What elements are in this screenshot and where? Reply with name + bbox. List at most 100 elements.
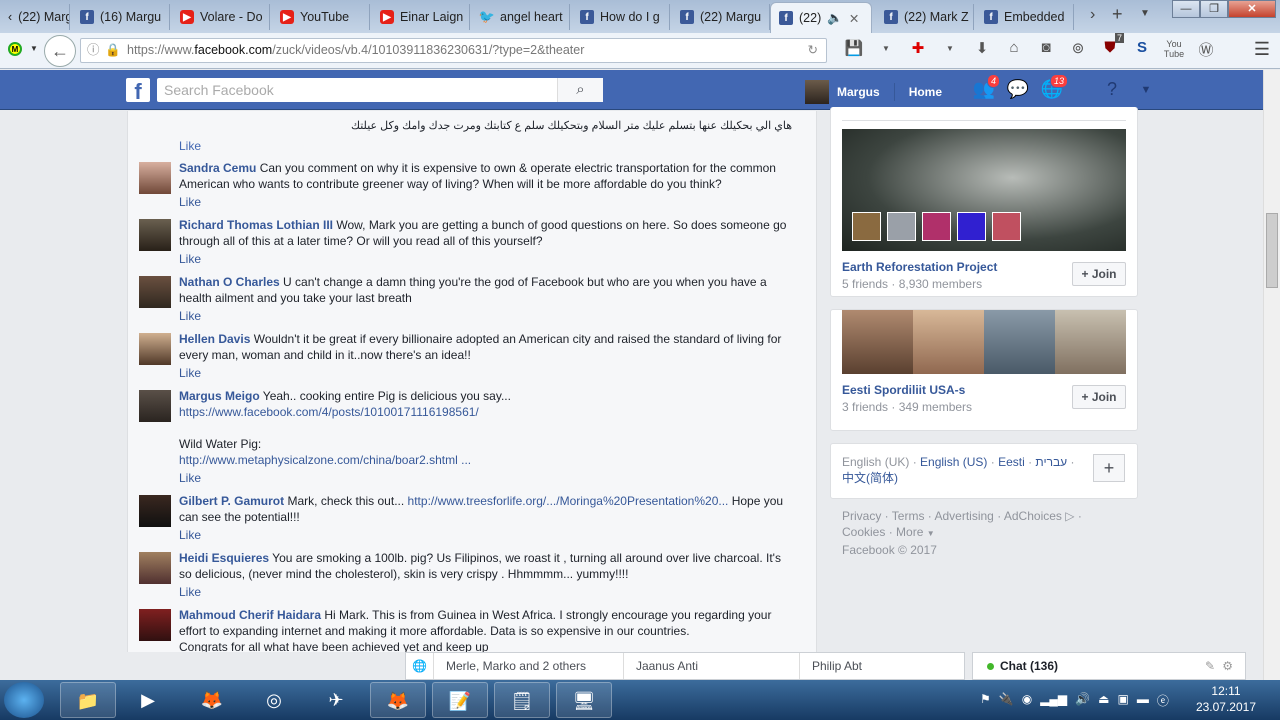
join-group-button[interactable]: + Join — [1072, 262, 1126, 286]
language-link[interactable]: 中文(简体) — [842, 471, 898, 485]
avatar[interactable] — [139, 390, 171, 422]
search-icon[interactable]: ⌕ — [557, 78, 603, 102]
commenter-name[interactable]: Mahmoud Cherif Haidara — [179, 608, 321, 622]
network-icon[interactable]: ▂▄▆ — [1040, 692, 1067, 709]
tab[interactable]: ▶ YouTube — [272, 4, 370, 30]
like-link[interactable]: Like — [179, 470, 796, 486]
firefox-icon[interactable]: 🦊 — [370, 682, 426, 718]
dropdown-icon[interactable]: ▼ — [870, 39, 902, 60]
like-link[interactable]: Like — [179, 308, 796, 324]
avatar[interactable] — [139, 495, 171, 527]
s-icon[interactable]: S — [1126, 39, 1158, 60]
scrollbar-thumb[interactable] — [1266, 213, 1278, 288]
like-link[interactable]: Like — [179, 365, 796, 381]
account-menu-icon[interactable]: ▼ — [1134, 79, 1158, 101]
ublock-icon[interactable]: ⛊ 7 — [1094, 33, 1126, 60]
speaker-icon[interactable]: 🔈 — [827, 11, 843, 26]
language-link[interactable]: עברית — [1035, 455, 1067, 469]
chat-tab[interactable]: Jaanus Anti — [624, 653, 800, 679]
app-icon[interactable]: ◎ — [246, 682, 302, 718]
compose-icon[interactable]: ✎ — [1205, 653, 1215, 679]
facebook-logo[interactable]: f — [126, 78, 150, 104]
back-button[interactable]: ← — [44, 35, 76, 67]
clock[interactable]: 12:11 23.07.2017 — [1196, 683, 1256, 715]
w-icon[interactable]: Ⓦ — [1190, 39, 1222, 60]
settings-gear-icon[interactable]: ⚙ — [1222, 653, 1233, 679]
scroll-right-icon[interactable]: › — [1090, 6, 1095, 24]
addon-icon[interactable]: M — [8, 42, 22, 56]
comment-link[interactable]: http://www.metaphysicalzone.com/china/bo… — [179, 453, 471, 467]
pocket-icon[interactable]: ◙ — [1030, 39, 1062, 60]
join-group-button[interactable]: + Join — [1072, 385, 1126, 409]
chat-tab[interactable]: Merle, Marko and 2 others — [434, 653, 624, 679]
volume-icon[interactable]: 🔊 — [1075, 692, 1090, 709]
tab[interactable]: f Embedded — [976, 4, 1074, 30]
tab-list-icon[interactable]: ▼ — [1140, 8, 1150, 19]
link-icon[interactable]: ⊚ — [1062, 39, 1094, 60]
url-bar[interactable]: ⓘ 🔒 https://www.facebook.com/zuck/videos… — [80, 38, 827, 63]
more-languages-button[interactable]: + — [1093, 454, 1125, 482]
home-icon[interactable]: ⌂ — [998, 39, 1030, 60]
tab-active[interactable]: f (22) 🔈 ✕ — [770, 2, 872, 33]
page-scrollbar[interactable] — [1263, 70, 1280, 680]
commenter-name[interactable]: Richard Thomas Lothian III — [179, 218, 333, 232]
app-tray-icon[interactable]: ◉ — [1022, 692, 1032, 709]
like-link[interactable]: Like — [179, 584, 796, 600]
reload-icon[interactable]: ↻ — [808, 39, 818, 62]
maximize-icon[interactable]: ❐ — [1200, 0, 1228, 18]
commenter-name[interactable]: Heidi Esquieres — [179, 551, 269, 565]
tab[interactable]: f (22) Mark Z — [876, 4, 974, 30]
globe-icon[interactable]: 🌐 — [406, 653, 434, 679]
commenter-name[interactable]: Hellen Davis — [179, 332, 250, 346]
app-tray-icon[interactable]: ⓔ — [1157, 692, 1169, 709]
first-aid-icon[interactable]: ✚ — [902, 39, 934, 60]
language-link[interactable]: English (US) — [920, 455, 987, 469]
language-link[interactable]: Eesti — [998, 455, 1025, 469]
notepad-plus-icon[interactable]: 📝 — [432, 682, 488, 718]
tab[interactable]: f (22) Margu — [672, 4, 770, 30]
comment-link[interactable]: https://www.facebook.com/4/posts/1010017… — [179, 405, 479, 419]
tab[interactable]: f (16) Margu — [72, 4, 170, 30]
profile-link[interactable]: Margus — [837, 85, 880, 99]
chat-sidebar-toggle[interactable]: Chat (136) ✎ ⚙ — [972, 652, 1246, 680]
commenter-name[interactable]: Nathan O Charles — [179, 275, 280, 289]
like-link[interactable]: Like — [179, 139, 816, 153]
save-icon[interactable]: 💾 — [838, 39, 870, 60]
app-icon[interactable]: ✈ — [308, 682, 364, 718]
search-input[interactable]: Search Facebook ⌕ — [157, 78, 603, 102]
media-player-icon[interactable]: ▶ — [120, 682, 176, 718]
close-tab-icon[interactable]: ✕ — [849, 11, 859, 26]
group-cover-image[interactable] — [842, 310, 1126, 374]
tab[interactable]: ▶ Volare - Do — [172, 4, 270, 30]
like-link[interactable]: Like — [179, 527, 796, 543]
commenter-name[interactable]: Sandra Cemu — [179, 161, 256, 175]
avatar[interactable] — [139, 609, 171, 641]
flag-icon[interactable]: ⚑ — [980, 692, 991, 709]
minimize-icon[interactable]: — — [1172, 0, 1200, 18]
commenter-name[interactable]: Gilbert P. Gamurot — [179, 494, 284, 508]
menu-icon[interactable]: ☰ — [1254, 39, 1270, 60]
tab[interactable]: f How do I g — [572, 4, 670, 30]
firefox-icon[interactable]: 🦊 — [184, 682, 240, 718]
usb-icon[interactable]: ⏏ — [1098, 692, 1109, 709]
explorer-icon[interactable]: 📁 — [60, 682, 116, 718]
avatar[interactable] — [805, 80, 829, 104]
tab[interactable]: 🐦 angel heart — [472, 4, 570, 30]
dropdown-icon[interactable]: ▼ — [934, 39, 966, 60]
like-link[interactable]: Like — [179, 251, 796, 267]
scroll-left-icon[interactable]: ‹ — [8, 10, 12, 24]
friend-requests-icon[interactable]: 👥 4 — [972, 74, 1000, 101]
chat-tab[interactable]: Philip Abt — [800, 653, 960, 679]
info-icon[interactable]: ⓘ — [87, 39, 100, 62]
avatar[interactable] — [139, 162, 171, 194]
notepad-icon[interactable]: 🗒 — [494, 682, 550, 718]
start-button[interactable] — [4, 682, 44, 718]
youtube-addon-icon[interactable]: You Tube — [1158, 39, 1190, 60]
dropdown-icon[interactable]: ▼ — [30, 44, 38, 53]
task-manager-icon[interactable]: 🖥 — [556, 682, 612, 718]
power-icon[interactable]: 🔌 — [999, 692, 1014, 709]
group-cover-image[interactable] — [842, 129, 1126, 251]
avatar[interactable] — [139, 333, 171, 365]
tab[interactable]: ▶ Einar Laign — [372, 4, 470, 30]
notifications-icon[interactable]: 🌐 13 — [1040, 74, 1068, 101]
